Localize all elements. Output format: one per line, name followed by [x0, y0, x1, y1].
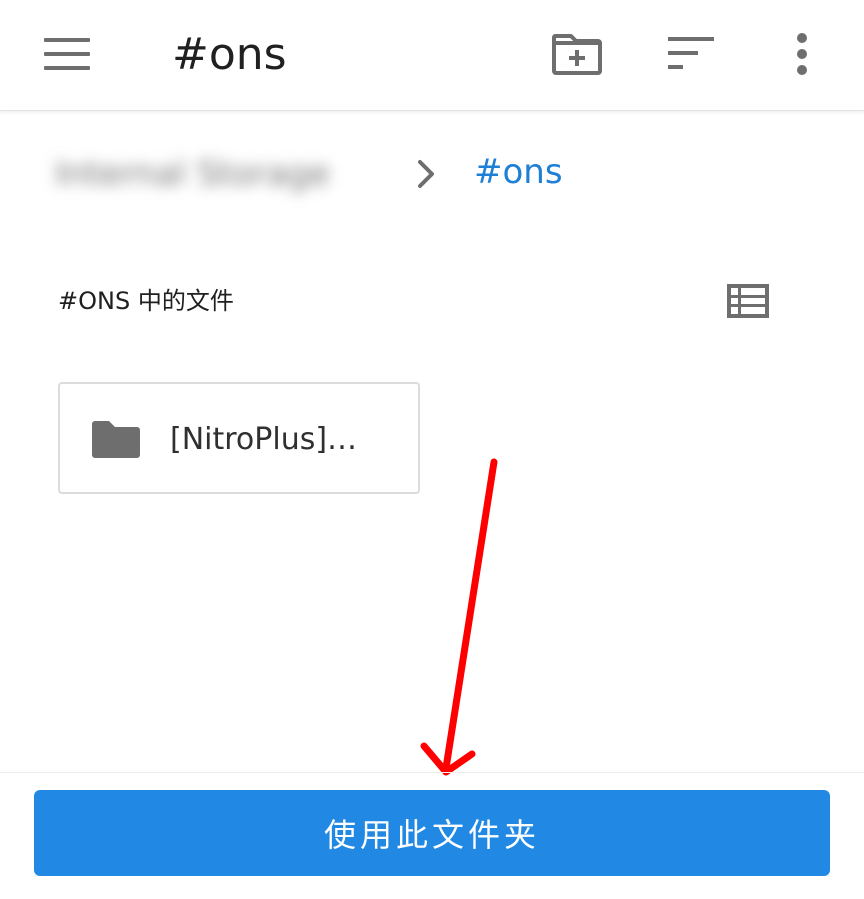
create-folder-icon[interactable]	[548, 28, 606, 80]
top-app-bar: #ons	[0, 0, 864, 111]
file-picker-screen: #ons Internal Storage #ons #ONS 中的文件 [Ni…	[0, 0, 864, 899]
folder-name: [NitroPlus]…	[170, 422, 358, 457]
section-title: #ONS 中的文件	[58, 287, 234, 315]
folder-item[interactable]: [NitroPlus]…	[58, 382, 420, 494]
breadcrumb-root-blurred[interactable]: Internal Storage	[55, 146, 383, 202]
folder-icon	[90, 418, 142, 460]
bottom-divider	[0, 772, 864, 773]
sort-icon[interactable]	[664, 30, 718, 76]
breadcrumb: Internal Storage #ons	[0, 140, 864, 210]
annotation-arrow-icon	[420, 458, 498, 776]
chevron-right-icon	[410, 154, 442, 194]
more-vert-icon[interactable]	[786, 28, 818, 80]
use-this-folder-button[interactable]: 使用此文件夹	[34, 790, 830, 876]
list-view-icon[interactable]	[722, 278, 774, 324]
page-title: #ons	[172, 29, 287, 80]
breadcrumb-current[interactable]: #ons	[474, 150, 563, 194]
hamburger-menu-icon[interactable]	[40, 30, 94, 78]
